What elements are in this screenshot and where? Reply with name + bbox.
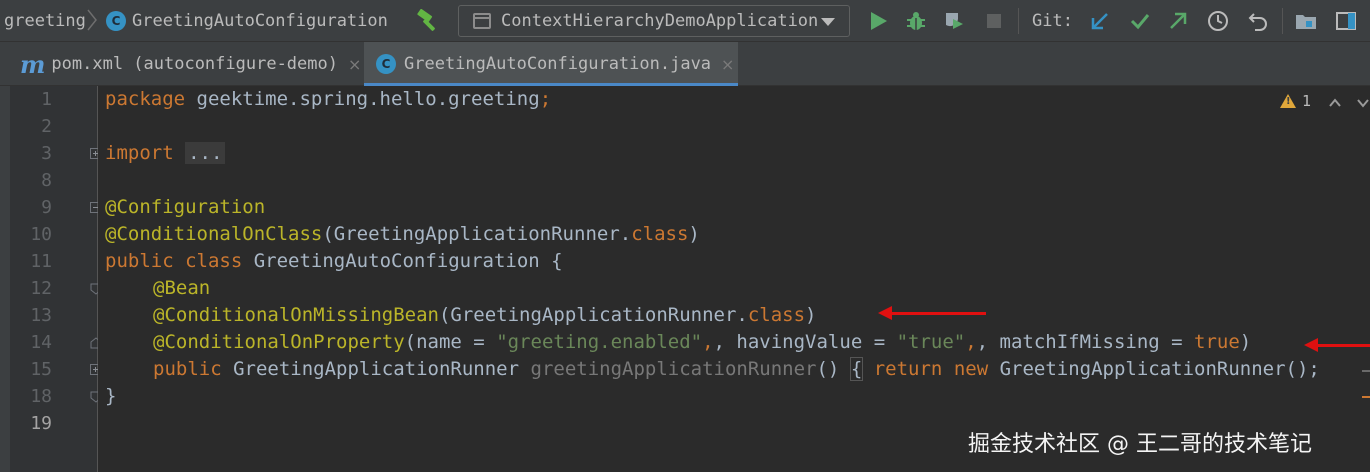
editor-tabs: m pom.xml (autoconfigure-demo) × C Greet… — [0, 42, 1370, 86]
git-commit-check-icon[interactable] — [1128, 9, 1152, 33]
line-number: 11 — [30, 251, 52, 272]
breadcrumb-project[interactable]: greeting — [4, 0, 86, 42]
line-number: 12 — [30, 278, 52, 299]
build-hammer-icon[interactable] — [416, 9, 442, 33]
line-number: 9 — [41, 197, 52, 218]
git-label: Git: — [1032, 11, 1073, 31]
debug-bug-icon[interactable] — [904, 9, 928, 33]
chevron-up-icon[interactable] — [1328, 96, 1342, 110]
run-configuration-label: ContextHierarchyDemoApplication — [501, 11, 819, 31]
application-window-icon — [473, 13, 491, 29]
inspection-widget[interactable]: 1 — [1280, 92, 1311, 110]
folded-imports: ... — [185, 142, 226, 164]
line-number: 1 — [41, 89, 52, 110]
line-number: 15 — [30, 359, 52, 380]
code-line-bean-method: public GreetingApplicationRunner greetin… — [153, 357, 1320, 381]
line-number-gutter: 1 2 3 8 9 10 11 12 13 14 15 18 19 — [10, 86, 102, 472]
scrollbar-marker — [1362, 370, 1370, 372]
line-number: 3 — [41, 143, 52, 164]
scrollbar-marker — [1362, 396, 1370, 398]
warning-icon — [1280, 94, 1296, 108]
tab-label: GreetingAutoConfiguration.java — [404, 54, 712, 74]
code-line-closing-brace: } — [105, 385, 117, 407]
toolbar-divider — [1282, 8, 1283, 34]
main-toolbar: greeting C GreetingAutoConfiguration Con… — [0, 0, 1370, 42]
project-structure-icon[interactable] — [1294, 9, 1318, 33]
code-line-conditional-on-class: @ConditionalOnClass(GreetingApplicationR… — [105, 223, 700, 245]
class-icon: C — [376, 54, 396, 74]
line-number: 13 — [30, 305, 52, 326]
breadcrumb-class-label: GreetingAutoConfiguration — [132, 11, 388, 31]
annotation-arrow-on-property — [1304, 338, 1370, 352]
code-line-conditional-on-property: @ConditionalOnProperty(name = "greeting.… — [153, 331, 1252, 353]
line-number: 8 — [41, 170, 52, 191]
line-number: 10 — [30, 224, 52, 245]
annotation-arrow-missing-bean — [878, 306, 986, 320]
tab-greeting-auto-configuration[interactable]: C GreetingAutoConfiguration.java × — [364, 42, 738, 86]
tab-label: pom.xml (autoconfigure-demo) — [51, 54, 338, 74]
run-configuration-select[interactable]: ContextHierarchyDemoApplication — [458, 5, 850, 37]
run-icon[interactable] — [866, 9, 890, 33]
tab-pom-xml[interactable]: m pom.xml (autoconfigure-demo) × — [20, 42, 364, 86]
stop-icon[interactable] — [982, 9, 1006, 33]
chevron-down-icon — [821, 18, 835, 26]
run-with-coverage-icon[interactable] — [942, 9, 966, 33]
code-editor[interactable]: package geektime.spring.hello.greeting; … — [98, 86, 1370, 472]
tool-window-strip — [0, 86, 10, 472]
breadcrumb-separator-icon — [87, 9, 97, 31]
git-push-arrow-icon[interactable] — [1166, 9, 1190, 33]
close-icon[interactable]: × — [721, 55, 734, 74]
watermark: 掘金技术社区 @ 王二哥的技术笔记 — [968, 432, 1312, 457]
git-update-arrow-icon[interactable] — [1088, 9, 1112, 33]
chevron-down-icon[interactable] — [1356, 96, 1370, 110]
rollback-icon[interactable] — [1246, 9, 1270, 33]
code-line-import: import ... — [105, 140, 226, 167]
sidebar-toggle-icon[interactable] — [1334, 9, 1358, 33]
close-icon[interactable]: × — [348, 55, 361, 74]
warning-count: 1 — [1302, 92, 1312, 110]
code-line-class-declaration: public class GreetingAutoConfiguration { — [105, 250, 563, 272]
code-line-conditional-on-missing-bean: @ConditionalOnMissingBean(GreetingApplic… — [153, 304, 817, 326]
history-clock-icon[interactable] — [1206, 9, 1230, 33]
code-line-package: package geektime.spring.hello.greeting; — [105, 88, 552, 110]
maven-icon: m — [20, 49, 46, 79]
toolbar-divider — [1018, 8, 1019, 34]
code-line-configuration: @Configuration — [105, 196, 266, 218]
line-number: 18 — [30, 386, 52, 407]
class-icon: C — [106, 11, 126, 31]
line-number: 14 — [30, 332, 52, 353]
breadcrumb-class[interactable]: C GreetingAutoConfiguration — [106, 0, 388, 42]
line-number: 2 — [41, 116, 52, 137]
code-line-bean: @Bean — [153, 277, 211, 299]
line-number-current: 19 — [30, 413, 52, 434]
